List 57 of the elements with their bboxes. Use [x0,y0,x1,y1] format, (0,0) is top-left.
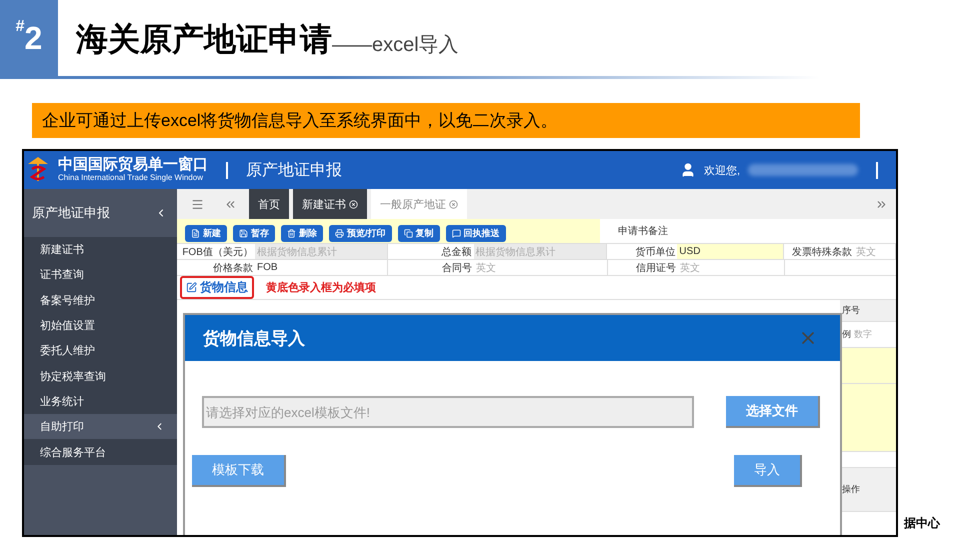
toolbar-button[interactable]: 暂存 [233,225,275,242]
toolbar-button[interactable]: 新建 [185,225,227,242]
choose-file-button[interactable]: 选择文件 [726,396,820,428]
toolbar-button[interactable]: 预览/打印 [329,225,392,242]
toolbar-button[interactable]: 回执推送 [446,225,506,242]
field-label: 合同号 [441,262,473,275]
slide-number: #2 [0,0,58,76]
section-title: 货物信息 [180,276,254,299]
edit-icon [186,282,197,293]
file-field[interactable]: 请选择对应的excel模板文件! [202,396,694,428]
field-label: 货币单位 [634,246,676,259]
slide-subtitle: ——excel导入 [332,33,459,58]
toolbar-button[interactable]: 删除 [281,225,323,242]
field-label: 价格条款 [212,262,254,275]
tab[interactable]: 新建证书 [293,189,367,219]
field-label: 信用证号 [635,262,677,275]
sidebar-item[interactable]: 初始值设置 [24,312,177,338]
print-icon [335,229,344,238]
push-icon [452,229,461,238]
sidebar-item[interactable]: 自助打印 [24,414,177,440]
sidebar-item[interactable]: 委托人维护 [24,338,177,364]
save-icon [239,229,248,238]
field-label: 总金额 [440,246,473,259]
module-title: 原产地证申报 [246,160,342,180]
new-icon [191,229,200,238]
note-banner: 企业可通过上传excel将货物信息导入至系统界面中，以免二次录入。 [32,103,860,138]
delete-icon [287,229,296,238]
import-button[interactable]: 导入 [734,455,802,487]
required-note: 黄底色录入框为必填项 [266,280,376,295]
welcome-text: 欢迎您, [704,164,740,178]
brand-subtitle: China International Trade Single Window [58,174,204,183]
required-field[interactable] [840,348,896,384]
slide-title: 海关原产地证申请 [76,20,332,59]
table-header-cell: 序号 [840,300,896,322]
sidebar-item[interactable]: 新建证书 [24,237,177,262]
field-label: 申请书备注 [617,224,669,239]
copy-icon [404,229,413,238]
sidebar-item[interactable]: 综合服务平台 [24,439,177,465]
dialog-title: 货物信息导入 [203,328,305,350]
table-header-cell: 操作 [840,468,896,512]
tab[interactable]: 一般原产地证 [371,189,467,219]
field-label: FOB值（美元） [181,246,254,259]
user-icon[interactable] [680,162,696,178]
form-field[interactable]: USD [677,244,784,259]
tab[interactable]: 首页 [249,189,289,219]
download-template-button[interactable]: 模板下载 [192,455,286,487]
form-field[interactable]: FOB [255,260,388,275]
required-field[interactable] [840,384,896,452]
sidebar-item[interactable]: 备案号维护 [24,288,177,313]
sidebar-item[interactable]: 协定税率查询 [24,363,177,389]
field-label: 发票特殊条款 [791,246,854,259]
toolbar-button[interactable]: 复制 [398,225,440,242]
sidebar-item[interactable]: 业务统计 [24,388,177,414]
textarea-field[interactable]: 新建 暂存 删除 预览/打印 复制 回执推送 [177,219,600,243]
brand-title: 中国国际贸易单一窗口 [58,157,208,174]
footer-logo-text: 据中心 [904,515,940,532]
sidebar-item[interactable]: 证书查询 [24,262,177,288]
